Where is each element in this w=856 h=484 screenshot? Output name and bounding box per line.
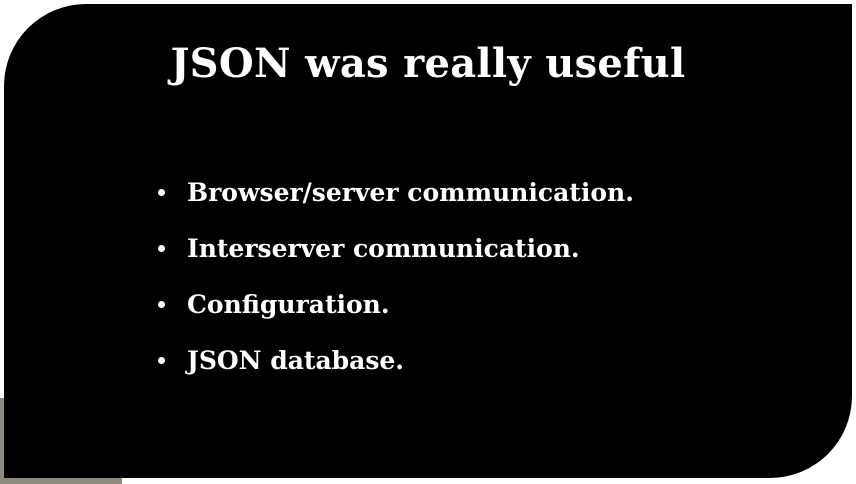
bullet-text: Interserver communication. bbox=[187, 233, 580, 263]
bullet-text: Browser/server communication. bbox=[187, 177, 634, 207]
bullet-text: Configuration. bbox=[187, 289, 390, 319]
bullet-list: Browser/server communication. Interserve… bbox=[158, 164, 634, 388]
bullet-dot-icon bbox=[158, 188, 165, 196]
bullet-dot-icon bbox=[158, 300, 165, 308]
bullet-dot-icon bbox=[158, 356, 165, 364]
bullet-text: JSON database. bbox=[187, 345, 405, 375]
screen: JSON was really useful Browser/server co… bbox=[0, 0, 856, 484]
bullet-item: Configuration. bbox=[158, 276, 634, 332]
bullet-item: Browser/server communication. bbox=[158, 164, 634, 220]
bullet-item: Interserver communication. bbox=[158, 220, 634, 276]
bullet-item: JSON database. bbox=[158, 332, 634, 388]
slide-title: JSON was really useful bbox=[170, 40, 686, 87]
slide: JSON was really useful Browser/server co… bbox=[4, 4, 852, 478]
bullet-dot-icon bbox=[158, 244, 165, 252]
